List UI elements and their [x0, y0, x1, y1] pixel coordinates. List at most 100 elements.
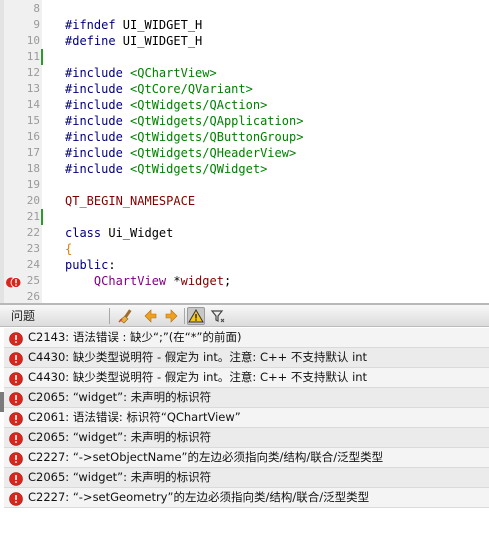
warning-triangle-icon[interactable]: [187, 307, 205, 325]
clean-brush-icon[interactable]: [117, 307, 135, 325]
code-token: QT_BEGIN_NAMESPACE: [65, 194, 196, 208]
code-line[interactable]: #include <QtWidgets/QWidget>: [65, 161, 267, 177]
issues-toolbar: 问题: [0, 305, 489, 327]
code-token: #include: [65, 146, 123, 160]
code-line[interactable]: #include <QtWidgets/QHeaderView>: [65, 145, 296, 161]
line-number: 20: [26, 194, 40, 207]
code-line[interactable]: #include <QtWidgets/QButtonGroup>: [65, 129, 303, 145]
issues-list[interactable]: C2143: 语法错误 : 缺少“;”(在“*”的前面) C4430: 缺少类型说…: [4, 328, 489, 546]
code-token: #include: [65, 130, 123, 144]
code-line[interactable]: #include <QtCore/QVariant>: [65, 81, 253, 97]
code-line[interactable]: class Ui_Widget: [65, 225, 173, 241]
line-number: 18: [26, 162, 40, 175]
code-token: Ui_Widget: [101, 226, 174, 240]
code-token: ;: [223, 274, 232, 288]
line-number: 23: [26, 242, 40, 255]
code-token: <QChartView>: [122, 66, 217, 80]
line-number: 22: [26, 226, 40, 239]
line-number: 8: [33, 2, 40, 15]
error-icon: [9, 331, 23, 346]
code-line[interactable]: {: [65, 241, 72, 257]
code-line[interactable]: #include <QtWidgets/QAction>: [65, 97, 267, 113]
code-token: <QtWidgets/QAction>: [122, 98, 268, 112]
code-token: {: [65, 242, 73, 256]
filter-icon[interactable]: [209, 307, 227, 325]
line-number: 9: [33, 18, 40, 31]
error-marker-icon[interactable]: [6, 274, 22, 288]
issue-message: C4430: 缺少类型说明符 - 假定为 int。注意: C++ 不支持默认 i…: [28, 350, 368, 364]
issue-message: C2065: “widget”: 未声明的标识符: [28, 470, 212, 484]
line-number: 15: [26, 114, 40, 127]
error-icon: [9, 371, 23, 386]
issue-row[interactable]: C2227: “->setObjectName”的左边必须指向类/结构/联合/泛…: [4, 448, 489, 468]
issue-row[interactable]: C2065: “widget”: 未声明的标识符: [4, 428, 489, 448]
code-token: QChartView: [65, 274, 167, 288]
issue-row[interactable]: C2065: “widget”: 未声明的标识符: [4, 468, 489, 488]
arrow-right-icon[interactable]: [163, 307, 181, 325]
code-token: #include: [65, 82, 123, 96]
issue-row[interactable]: C2227: “->setGeometry”的左边必须指向类/结构/联合/泛型类…: [4, 488, 489, 508]
code-token: public: [65, 258, 109, 272]
error-icon: [9, 451, 23, 466]
code-line[interactable]: QT_BEGIN_NAMESPACE: [65, 193, 195, 209]
code-token: UI_WIDGET_H: [115, 18, 203, 32]
issue-message: C2065: “widget”: 未声明的标识符: [28, 430, 212, 444]
panel-title: 问题: [11, 309, 36, 323]
code-line[interactable]: #include <QChartView>: [65, 65, 217, 81]
arrow-left-icon[interactable]: [141, 307, 159, 325]
line-number: 17: [26, 146, 40, 159]
code-token: <QtWidgets/QButtonGroup>: [122, 130, 304, 144]
line-number: 14: [26, 98, 40, 111]
issue-message: C2143: 语法错误 : 缺少“;”(在“*”的前面): [28, 330, 242, 344]
error-icon: [9, 491, 23, 506]
code-token: #include: [65, 98, 123, 112]
issue-row[interactable]: C2061: 语法错误: 标识符“QChartView”: [4, 408, 489, 428]
code-token: #include: [65, 162, 123, 176]
change-marker: [41, 49, 43, 65]
code-token: UI_WIDGET_H: [115, 34, 203, 48]
code-token: class: [65, 226, 102, 240]
error-icon: [9, 351, 23, 366]
code-line[interactable]: #ifndef UI_WIDGET_H: [65, 17, 202, 33]
code-token: <QtWidgets/QHeaderView>: [122, 146, 297, 160]
code-line[interactable]: #include <QtWidgets/QApplication>: [65, 113, 303, 129]
line-number: 12: [26, 66, 40, 79]
line-number: 24: [26, 258, 40, 271]
error-icon: [9, 411, 23, 426]
issue-row[interactable]: C4430: 缺少类型说明符 - 假定为 int。注意: C++ 不支持默认 i…: [4, 368, 489, 388]
line-number: 26: [26, 290, 40, 303]
change-marker: [41, 209, 43, 225]
code-editor[interactable]: 8 9 10 11 12 13 14 15 16 17 18 19 20 21 22 23 24 25 26 #if…: [0, 0, 489, 303]
line-number: 21: [26, 210, 40, 223]
toolbar-separator: [109, 308, 110, 324]
line-number: 13: [26, 82, 40, 95]
code-line[interactable]: QChartView *widget;: [65, 273, 231, 289]
code-token: #define: [65, 34, 116, 48]
code-token: #include: [65, 114, 123, 128]
code-token: :: [108, 258, 116, 272]
code-token: <QtWidgets/QWidget>: [122, 162, 268, 176]
issue-message: C2227: “->setGeometry”的左边必须指向类/结构/联合/泛型类…: [28, 490, 370, 504]
code-token: *: [166, 274, 181, 288]
line-number: 11: [26, 50, 40, 63]
code-line[interactable]: #define UI_WIDGET_H: [65, 33, 202, 49]
code-token: <QtCore/QVariant>: [122, 82, 253, 96]
code-token: #ifndef: [65, 18, 116, 32]
line-number-gutter[interactable]: 8 9 10 11 12 13 14 15 16 17 18 19 20 21 22 23 24 25 26: [0, 0, 42, 303]
error-icon: [9, 391, 23, 406]
code-token: #include: [65, 66, 123, 80]
code-line[interactable]: public:: [65, 257, 116, 273]
toolbar-separator: [184, 308, 185, 324]
error-icon: [9, 431, 23, 446]
issue-message: C4430: 缺少类型说明符 - 假定为 int。注意: C++ 不支持默认 i…: [28, 370, 368, 384]
issue-message: C2065: “widget”: 未声明的标识符: [28, 390, 212, 404]
issue-message: C2061: 语法错误: 标识符“QChartView”: [28, 410, 241, 424]
issue-row[interactable]: C4430: 缺少类型说明符 - 假定为 int。注意: C++ 不支持默认 i…: [4, 348, 489, 368]
code-token: widget: [180, 274, 224, 288]
code-token: <QtWidgets/QApplication>: [122, 114, 304, 128]
issue-row[interactable]: C2065: “widget”: 未声明的标识符: [4, 388, 489, 408]
issue-message: C2227: “->setObjectName”的左边必须指向类/结构/联合/泛…: [28, 450, 384, 464]
line-number: 16: [26, 130, 40, 143]
issue-row[interactable]: C2143: 语法错误 : 缺少“;”(在“*”的前面): [4, 328, 489, 348]
line-number: 10: [26, 34, 40, 47]
